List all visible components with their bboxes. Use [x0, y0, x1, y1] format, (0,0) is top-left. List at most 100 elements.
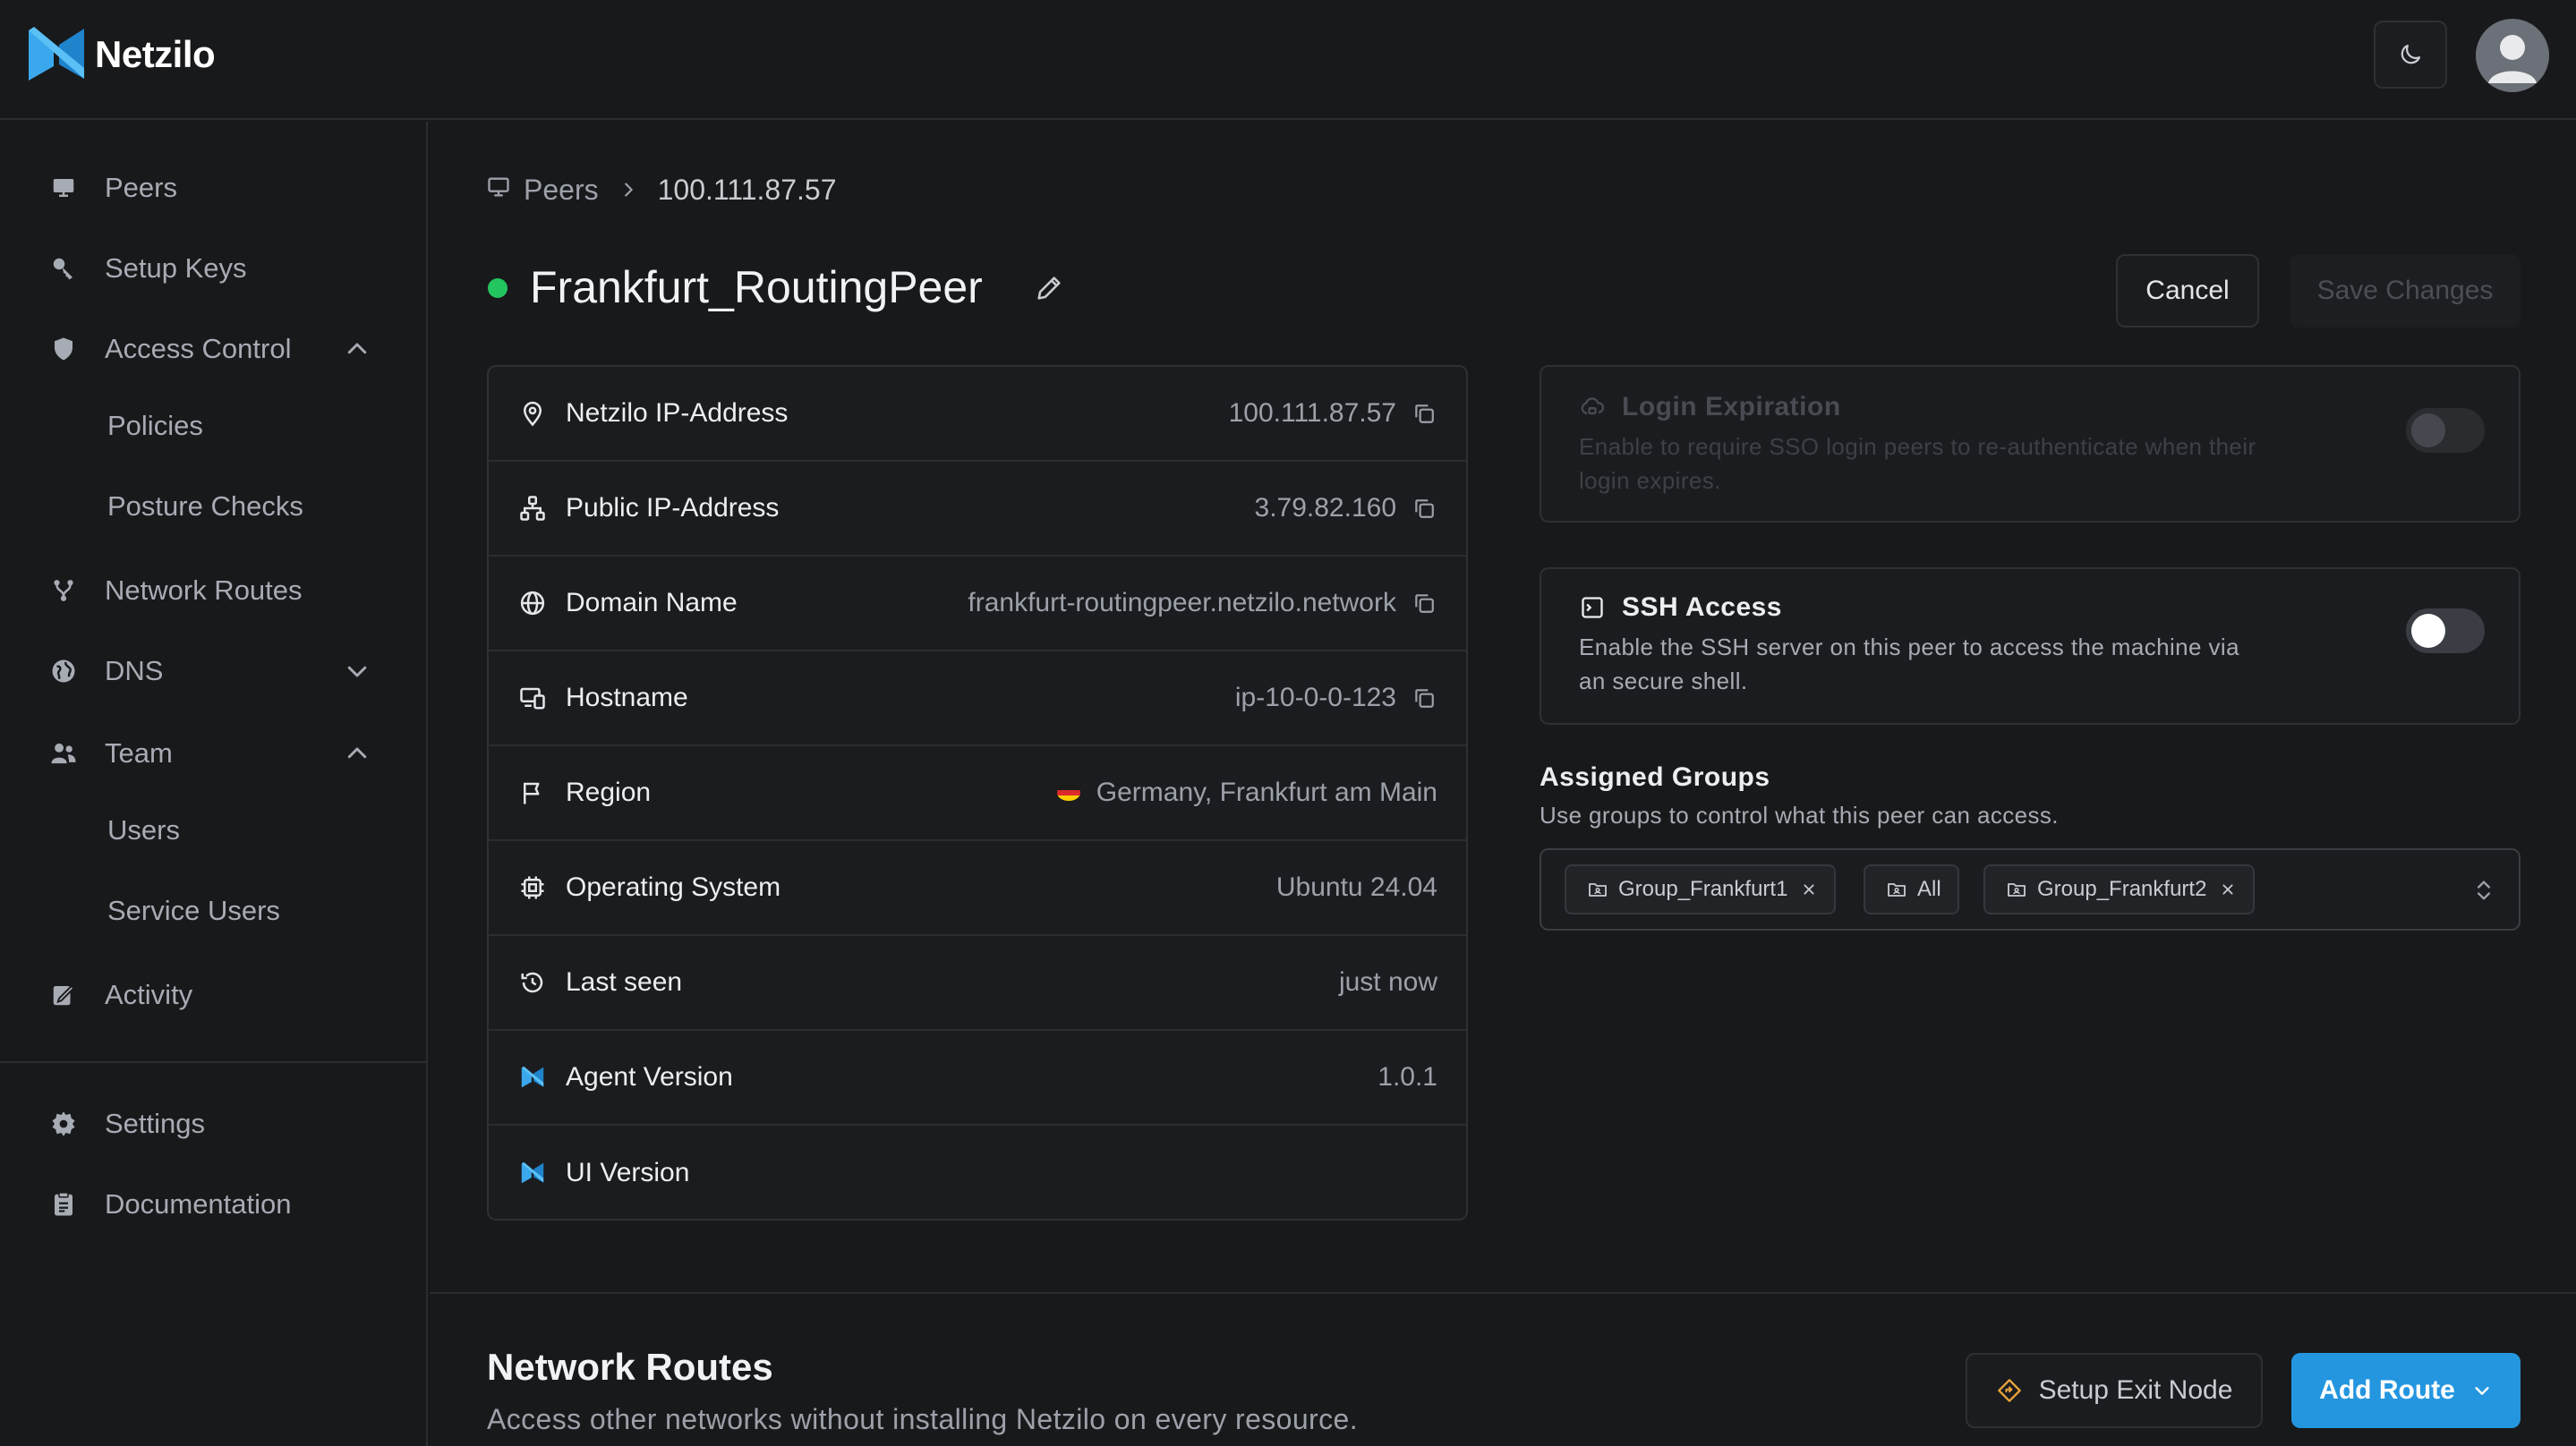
ssh-access-toggle[interactable]: [2406, 608, 2485, 653]
detail-row-public-ip: Public IP-Address 3.79.82.160: [489, 462, 1466, 557]
detail-row-region: Region Germany, Frankfurt am Main: [489, 746, 1466, 841]
sidebar-item-activity[interactable]: Activity: [0, 959, 426, 1031]
group-icon: [1885, 878, 1908, 901]
network-icon: [517, 493, 548, 523]
team-icon: [48, 738, 79, 769]
theme-toggle-button[interactable]: [2374, 21, 2447, 89]
copy-icon[interactable]: [1411, 495, 1437, 522]
edit-name-button[interactable]: [1031, 270, 1067, 306]
detail-value: ip-10-0-0-123: [1234, 683, 1396, 712]
sidebar-item-dns[interactable]: DNS: [0, 635, 426, 707]
detail-value: frankfurt-routingpeer.netzilo.network: [968, 588, 1396, 617]
online-status-indicator: [488, 278, 508, 298]
sidebar-item-users[interactable]: Users: [0, 795, 426, 866]
activity-icon: [48, 980, 79, 1010]
ssh-access-title-text: SSH Access: [1622, 592, 1782, 622]
chevron-up-icon[interactable]: [342, 334, 372, 364]
assigned-groups-title: Assigned Groups: [1540, 762, 1770, 792]
sidebar-item-team[interactable]: Team: [0, 718, 426, 789]
cpu-icon: [517, 872, 548, 903]
detail-label: Region: [566, 778, 652, 807]
sidebar-item-access-control[interactable]: Access Control: [0, 313, 426, 385]
key-icon: [48, 253, 79, 284]
copy-icon[interactable]: [1411, 685, 1437, 711]
group-icon: [2005, 878, 2028, 901]
detail-label: Hostname: [566, 683, 688, 712]
sidebar-item-posture-checks[interactable]: Posture Checks: [0, 471, 426, 542]
detail-row-ui-version: UI Version: [489, 1126, 1466, 1219]
user-avatar[interactable]: [2476, 19, 2549, 92]
globe-icon: [48, 656, 79, 686]
ssh-access-description: Enable the SSH server on this peer to ac…: [1579, 634, 2239, 694]
assigned-groups-selector[interactable]: Group_Frankfurt1 All Group_Frankfurt2: [1540, 848, 2521, 931]
sidebar-item-setup-keys[interactable]: Setup Keys: [0, 233, 426, 304]
sidebar-item-settings[interactable]: Settings: [0, 1088, 426, 1160]
sidebar-item-service-users[interactable]: Service Users: [0, 875, 426, 947]
setup-exit-node-button[interactable]: Setup Exit Node: [1966, 1353, 2263, 1428]
sidebar-item-peers[interactable]: Peers: [0, 152, 426, 224]
cloud-lock-icon: [1579, 394, 1606, 421]
detail-value: 3.79.82.160: [1254, 493, 1396, 523]
detail-row-netzilo-ip: Netzilo IP-Address 100.111.87.57: [489, 367, 1466, 462]
remove-icon[interactable]: [2219, 880, 2237, 898]
detail-row-domain-name: Domain Name frankfurt-routingpeer.netzil…: [489, 557, 1466, 651]
sidebar-item-label: Team: [105, 737, 173, 769]
netzilo-logo-icon: [517, 1062, 548, 1093]
detail-value: 100.111.87.57: [1228, 398, 1396, 428]
toggle-knob: [2411, 614, 2445, 648]
section-divider: [430, 1292, 2576, 1294]
sidebar-item-policies[interactable]: Policies: [0, 390, 426, 462]
netzilo-logo-icon: [517, 1158, 548, 1188]
exit-node-icon: [1996, 1377, 2023, 1404]
flag-icon: [517, 778, 548, 808]
sidebar-item-label: Settings: [105, 1108, 206, 1139]
remove-icon[interactable]: [1800, 880, 1818, 898]
group-chip[interactable]: Group_Frankfurt2: [1983, 864, 2256, 914]
brand-logo[interactable]: Netzilo: [27, 25, 216, 84]
group-icon: [1586, 878, 1609, 901]
sidebar-item-label: Service Users: [107, 895, 280, 926]
pin-icon: [517, 398, 548, 429]
moon-icon: [2401, 44, 2421, 64]
chevron-right-icon: [618, 180, 638, 200]
gear-icon: [48, 1109, 79, 1139]
breadcrumb-current: 100.111.87.57: [657, 173, 837, 206]
group-chip-label: Group_Frankfurt2: [2037, 877, 2207, 901]
brand-name: Netzilo: [95, 33, 216, 75]
group-chip[interactable]: All: [1864, 864, 1959, 914]
chevron-down-icon: [2471, 1380, 2493, 1401]
chevron-up-down-icon[interactable]: [2469, 875, 2499, 906]
detail-label: Public IP-Address: [566, 493, 780, 523]
detail-value: Ubuntu 24.04: [1275, 872, 1437, 902]
save-changes-button[interactable]: Save Changes: [2290, 254, 2521, 327]
user-icon: [2488, 35, 2537, 83]
sidebar: Peers Setup Keys Access Control Policies…: [0, 122, 428, 1446]
sidebar-item-label: Activity: [105, 979, 193, 1010]
detail-label: Domain Name: [566, 588, 738, 617]
sidebar-item-label: Peers: [105, 172, 177, 203]
add-route-button[interactable]: Add Route: [2291, 1353, 2521, 1428]
chevron-down-icon[interactable]: [342, 656, 372, 686]
group-chip[interactable]: Group_Frankfurt1: [1565, 864, 1837, 914]
sidebar-item-label: Setup Keys: [105, 252, 247, 284]
setup-exit-node-label: Setup Exit Node: [2038, 1375, 2233, 1405]
detail-row-operating-system: Operating System Ubuntu 24.04: [489, 841, 1466, 936]
sidebar-item-network-routes[interactable]: Network Routes: [0, 555, 426, 626]
sidebar-item-label: Documentation: [105, 1188, 292, 1220]
sidebar-item-label: Posture Checks: [107, 490, 303, 522]
chevron-up-icon[interactable]: [342, 738, 372, 769]
detail-row-hostname: Hostname ip-10-0-0-123: [489, 651, 1466, 746]
detail-label: Operating System: [566, 872, 781, 902]
cancel-button[interactable]: Cancel: [2116, 254, 2259, 327]
login-expiration-title: Login Expiration: [1579, 392, 1841, 422]
sidebar-item-documentation[interactable]: Documentation: [0, 1169, 426, 1240]
breadcrumb-peers-link[interactable]: Peers: [524, 174, 599, 207]
detail-value: Germany, Frankfurt am Main: [1056, 778, 1437, 808]
sidebar-divider: [0, 1061, 426, 1063]
copy-icon[interactable]: [1411, 400, 1437, 427]
sidebar-item-label: Access Control: [105, 333, 292, 364]
network-routes-description: Access other networks without installing…: [487, 1403, 1359, 1435]
copy-icon[interactable]: [1411, 590, 1437, 617]
login-expiration-toggle[interactable]: [2406, 408, 2485, 453]
detail-row-last-seen: Last seen just now: [489, 936, 1466, 1031]
